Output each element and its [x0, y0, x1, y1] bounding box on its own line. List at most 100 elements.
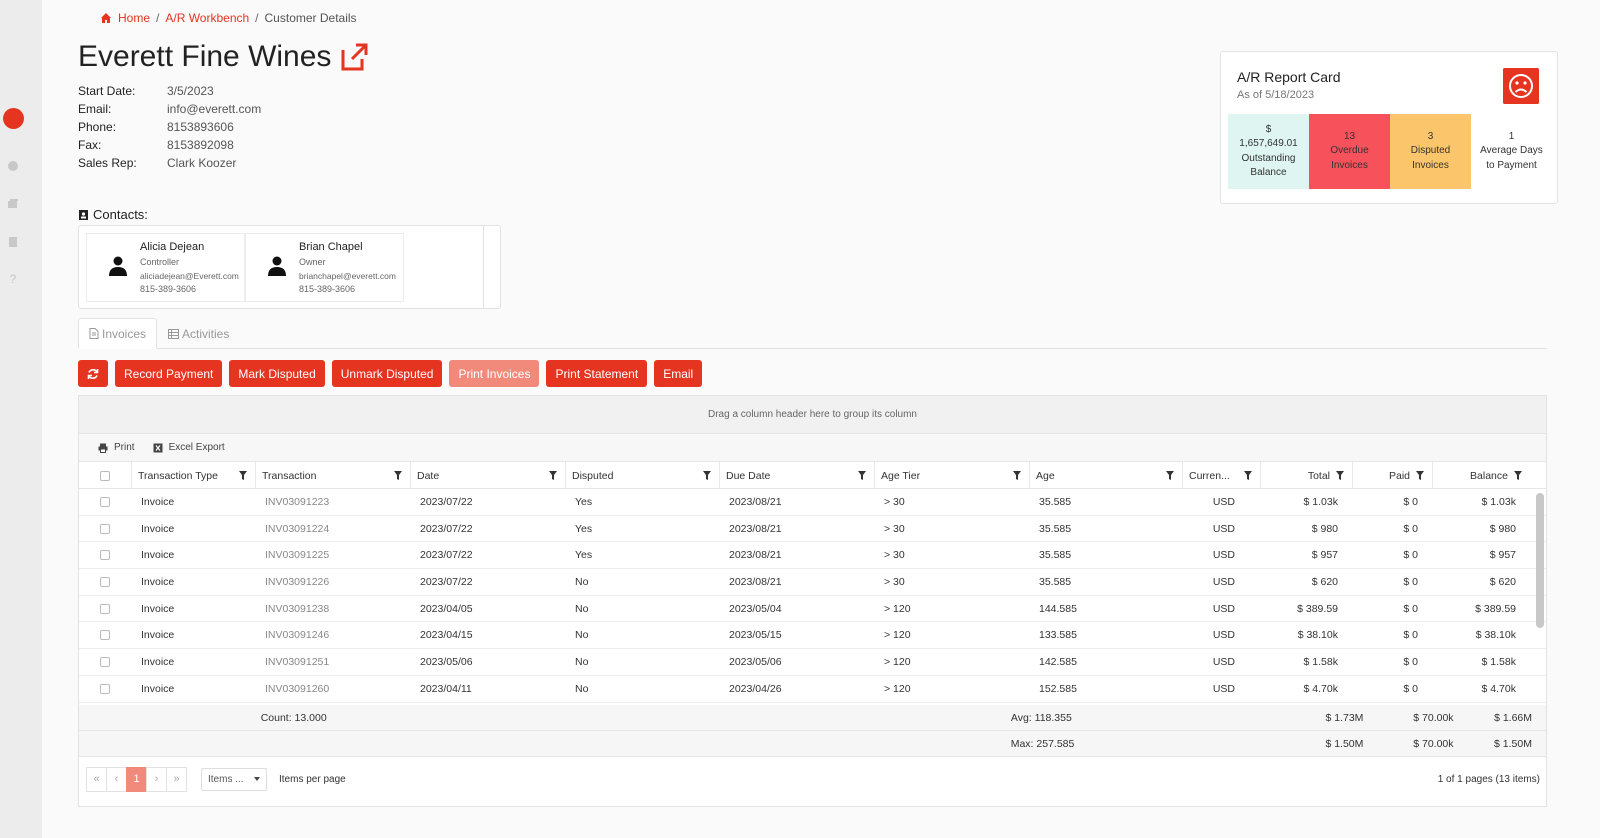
stack-icon[interactable] [7, 198, 19, 210]
print-tool[interactable]: Print [98, 442, 135, 453]
cell-transaction[interactable]: INV03091226 [255, 576, 410, 588]
next-page-button[interactable]: › [146, 766, 167, 792]
record-payment-button[interactable]: Record Payment [115, 360, 223, 387]
footer-total: $ 1.50M [1325, 737, 1364, 750]
help-icon[interactable]: ? [7, 273, 19, 285]
last-page-button[interactable]: » [166, 766, 187, 792]
filter-icon[interactable] [239, 471, 247, 480]
breadcrumb-separator: / [255, 11, 259, 25]
column-header-transaction-type[interactable]: Transaction Type [131, 462, 255, 489]
cell-age: 35.585 [1039, 549, 1072, 562]
cell-age: 152.585 [1039, 682, 1077, 695]
row-checkbox[interactable] [100, 576, 110, 587]
row-checkbox[interactable] [100, 550, 110, 561]
email-button[interactable]: Email [654, 360, 703, 387]
breadcrumb: Home / A/R Workbench / Customer Details [100, 11, 357, 25]
column-header-label: Balance [1470, 469, 1508, 482]
contact-email[interactable]: aliciadejean@Everett.com [140, 271, 239, 281]
filter-icon[interactable] [1514, 471, 1522, 480]
row-checkbox[interactable] [100, 496, 110, 507]
home-icon[interactable] [100, 12, 112, 24]
cell-transaction[interactable]: INV03091238 [255, 603, 410, 615]
unmark-disputed-button[interactable]: Unmark Disputed [331, 360, 443, 387]
table-row[interactable]: Invoice INV03091225 2023/07/22 Yes 2023/08/2… [79, 542, 1546, 570]
cell-transaction[interactable]: INV03091260 [255, 683, 410, 695]
cell-paid: $ 0 [1403, 549, 1418, 562]
table-row[interactable]: Invoice INV03091223 2023/07/22 Yes 2023/08/2… [79, 489, 1546, 516]
refresh-button[interactable] [78, 360, 108, 387]
column-header-age-tier[interactable]: Age Tier [874, 462, 1029, 489]
print-invoices-button[interactable]: Print Invoices [449, 360, 540, 387]
table-row[interactable]: Invoice INV03091224 2023/07/22 Yes 2023/08/2… [79, 516, 1546, 543]
mark-disputed-button[interactable]: Mark Disputed [229, 360, 325, 387]
grid-toolbar: Print Excel Export [79, 434, 1546, 462]
table-row[interactable]: Invoice INV03091260 2023/04/11 No 2023/04/26… [79, 676, 1546, 703]
tile-line: Outstanding [1241, 152, 1296, 164]
filter-icon[interactable] [703, 471, 711, 480]
column-header-paid[interactable]: Paid [1352, 462, 1432, 489]
excel-export-tool[interactable]: Excel Export [153, 442, 225, 453]
table-row[interactable]: Invoice INV03091246 2023/04/15 No 2023/05/15… [79, 622, 1546, 650]
external-link-icon[interactable] [339, 42, 369, 72]
app-logo[interactable] [3, 108, 24, 129]
column-header-total[interactable]: Total [1260, 462, 1352, 489]
items-per-page-select[interactable]: Items ... [201, 767, 267, 791]
row-checkbox[interactable] [100, 630, 110, 641]
filter-icon[interactable] [1416, 471, 1424, 480]
filter-icon[interactable] [549, 471, 557, 480]
cell-transaction[interactable]: INV03091224 [255, 523, 410, 535]
row-select-cell [79, 603, 131, 614]
contact-email[interactable]: brianchapel@everett.com [299, 271, 396, 281]
column-header-date[interactable]: Date [410, 462, 565, 489]
cell-due-date: 2023/04/26 [729, 682, 782, 695]
report-card-title: A/R Report Card [1237, 69, 1341, 85]
contact-name: Alicia Dejean [140, 241, 205, 253]
print-statement-button[interactable]: Print Statement [546, 360, 648, 387]
select-all-checkbox[interactable] [100, 470, 110, 481]
cell-date: 2023/04/11 [420, 682, 472, 695]
cell-transaction[interactable]: INV03091225 [255, 549, 410, 561]
column-header-disputed[interactable]: Disputed [565, 462, 719, 489]
vertical-scrollbar[interactable] [1536, 493, 1544, 628]
column-header-due-date[interactable]: Due Date [719, 462, 874, 489]
filter-icon[interactable] [1013, 471, 1021, 480]
cell-disputed: Yes [575, 495, 593, 508]
breadcrumb-current: Customer Details [264, 11, 357, 25]
row-checkbox[interactable] [100, 683, 110, 694]
cell-disputed: No [575, 602, 589, 615]
tab-invoices[interactable]: Invoices [78, 318, 158, 349]
table-row[interactable]: Invoice INV03091238 2023/04/05 No 2023/05/04… [79, 596, 1546, 623]
cell-total: $ 4.70k [1303, 682, 1338, 695]
tile-line: $ [1265, 123, 1272, 135]
column-header-currency[interactable]: Curren... [1182, 462, 1260, 489]
contact-card[interactable]: Brian Chapel Owner brianchapel@everett.c… [245, 233, 404, 302]
prev-page-button[interactable]: ‹ [106, 766, 127, 792]
filter-icon[interactable] [1336, 471, 1344, 480]
filter-icon[interactable] [858, 471, 866, 480]
table-row[interactable]: Invoice INV03091226 2023/07/22 No 2023/08/21… [79, 569, 1546, 596]
cell-age-tier: > 30 [884, 549, 905, 562]
column-header-transaction[interactable]: Transaction [255, 462, 410, 489]
row-checkbox[interactable] [100, 523, 110, 534]
filter-icon[interactable] [1244, 471, 1252, 480]
breadcrumb-home[interactable]: Home [118, 11, 150, 25]
page-1-button[interactable]: 1 [126, 766, 147, 792]
document-icon[interactable] [7, 236, 19, 248]
column-header-balance[interactable]: Balance [1432, 462, 1530, 489]
first-page-button[interactable]: « [86, 766, 107, 792]
breadcrumb-workbench[interactable]: A/R Workbench [165, 11, 249, 25]
cell-transaction[interactable]: INV03091223 [255, 496, 410, 508]
row-checkbox[interactable] [100, 603, 110, 614]
row-checkbox[interactable] [100, 656, 110, 667]
cell-due-date: 2023/08/21 [729, 495, 782, 508]
column-header-age[interactable]: Age [1029, 462, 1182, 489]
cell-transaction[interactable]: INV03091246 [255, 629, 410, 641]
group-drop-zone[interactable]: Drag a column header here to group its c… [79, 396, 1546, 434]
contact-card[interactable]: Alicia Dejean Controller aliciadejean@Ev… [86, 233, 245, 302]
cell-transaction[interactable]: INV03091251 [255, 656, 410, 668]
table-row[interactable]: Invoice INV03091251 2023/05/06 No 2023/05/06… [79, 649, 1546, 676]
filter-icon[interactable] [394, 471, 402, 480]
filter-icon[interactable] [1166, 471, 1174, 480]
tab-activities[interactable]: Activities [158, 318, 239, 349]
globe-icon[interactable] [7, 160, 19, 172]
